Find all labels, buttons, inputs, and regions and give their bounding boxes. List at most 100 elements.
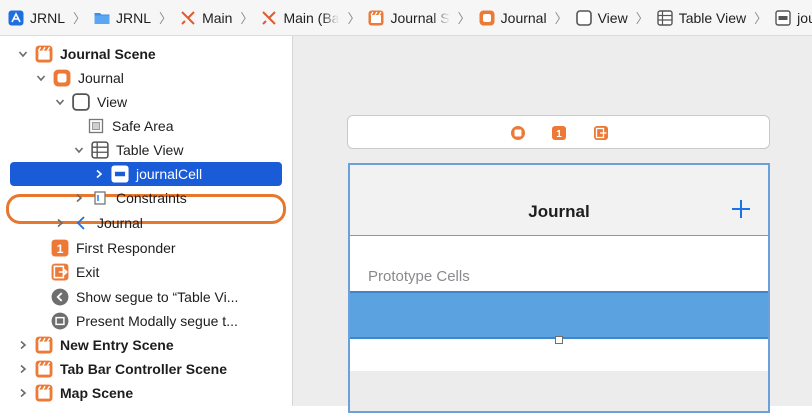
navigation-bar[interactable]: Journal [350,165,768,236]
chevron-down-icon[interactable] [53,95,67,109]
chevron-right-icon[interactable] [53,216,67,230]
breadcrumb-table-cell[interactable]: journalCell [775,10,812,26]
scene-icon [34,44,54,64]
first-responder-icon: 1 [50,238,70,258]
folder-icon [94,11,110,25]
outline-row-journal-cell[interactable]: journalCell [10,162,282,186]
breadcrumb-label: JRNL [116,9,152,26]
safe-area-icon [86,116,106,136]
outline-label: Constraints [116,190,187,206]
outline-label: Present Modally segue t... [76,313,238,329]
breadcrumb-label: Main [202,9,233,26]
outline-label: Map Scene [60,385,134,401]
constraints-icon [90,188,110,208]
breadcrumb-scene[interactable]: Journal S [368,9,450,26]
svg-text:1: 1 [57,242,64,256]
outline-row-map-scene[interactable]: Map Scene [0,381,308,405]
breadcrumb-project[interactable]: JRNL [8,10,65,26]
chevron-right-icon: 〉 [240,11,254,26]
chevron-right-icon[interactable] [72,191,86,205]
chevron-right-icon[interactable] [16,386,30,400]
chevron-down-icon[interactable] [34,71,48,85]
view-icon [575,9,592,26]
breadcrumb-view-controller[interactable]: Journal [479,10,547,26]
breadcrumb-storyboard[interactable]: Main [180,10,232,26]
view-controller-icon [479,10,495,26]
journal-view-controller[interactable]: Journal Prototype Cells [348,163,770,413]
view-controller-icon [52,68,72,88]
outline-label: Journal Scene [60,46,156,62]
scene-icon [34,335,54,355]
chevron-right-icon: 〉 [73,11,87,26]
chevron-down-icon[interactable] [16,47,30,61]
document-outline: Journal Scene Journal View Safe Area Tab… [0,36,293,406]
outline-label: Show segue to “Table Vi... [76,289,239,305]
xcode-project-icon [8,10,24,26]
breadcrumb-storyboard-base[interactable]: Main (Ba [261,10,339,26]
outline-label: First Responder [76,240,176,256]
resize-handle[interactable] [555,336,563,344]
breadcrumb-label: journalCell [797,9,812,26]
view-controller-icon[interactable] [510,125,526,141]
chevron-right-icon: 〉 [159,11,173,26]
chevron-right-icon[interactable] [92,167,106,181]
journal-cell-prototype[interactable] [350,291,768,339]
breadcrumb-label: JRNL [30,9,66,26]
chevron-right-icon: 〉 [754,11,768,26]
breadcrumb-label: Main (Ba [283,9,340,26]
breadcrumb-label: View [597,9,628,26]
breadcrumb-label: Journal [500,9,547,26]
outline-label: Tab Bar Controller Scene [60,361,228,377]
chevron-right-icon[interactable] [16,362,30,376]
back-chevron-icon [71,213,91,233]
outline-label: Exit [76,264,100,280]
table-background [350,371,768,411]
chevron-right-icon: 〉 [347,11,361,26]
exit-icon [50,262,70,282]
exit-icon[interactable] [593,125,609,141]
jump-bar: JRNL 〉 JRNL 〉 Main 〉 Main (Ba 〉 Journal … [0,0,812,36]
outline-label: journalCell [136,166,203,182]
scene-icon [34,383,54,403]
scene-dock: 1 [347,115,770,149]
chevron-right-icon: 〉 [457,11,471,26]
svg-text:1: 1 [556,129,562,140]
nav-title: Journal [528,202,590,221]
breadcrumb-view[interactable]: View [575,9,628,26]
table-empty-area [350,341,768,371]
storyboard-canvas[interactable]: 1 Journal Prototype Cells [293,36,812,413]
first-responder-icon[interactable]: 1 [551,125,567,141]
breadcrumb-table-view[interactable]: Table View [657,10,746,26]
outline-label: Table View [116,142,184,158]
outline-label: Safe Area [112,118,174,134]
chevron-right-icon: 〉 [554,11,568,26]
table-view-icon [90,140,110,160]
outline-row-present-modally-segue[interactable]: Present Modally segue t... [0,309,342,333]
breadcrumb-label: Table View [678,9,747,26]
outline-row-tab-bar-controller-scene[interactable]: Tab Bar Controller Scene [0,357,308,381]
outline-label: New Entry Scene [60,337,174,353]
table-cell-icon [775,9,791,26]
outline-label: Journal [97,215,143,231]
outline-row-exit[interactable]: Exit [0,260,342,284]
segue-show-icon [50,287,70,307]
outline-label: View [97,94,128,110]
outline-row-show-segue[interactable]: Show segue to “Table Vi... [0,285,342,309]
table-cell-icon [110,164,130,184]
outline-row-journal-view-controller[interactable]: Journal [0,66,326,90]
prototype-cells-label: Prototype Cells [368,268,470,285]
breadcrumb-label: Journal S [390,9,450,26]
plus-icon[interactable] [730,198,752,220]
chevron-right-icon: 〉 [635,11,649,26]
outline-row-first-responder[interactable]: 1 First Responder [0,236,342,260]
outline-label: Journal [78,70,124,86]
storyboard-icon [180,10,196,26]
breadcrumb-folder[interactable]: JRNL [94,10,151,26]
outline-row-new-entry-scene[interactable]: New Entry Scene [0,333,308,357]
outline-row-journal-scene[interactable]: Journal Scene [0,42,308,66]
view-icon [71,92,91,112]
storyboard-icon [261,10,277,26]
chevron-down-icon[interactable] [72,143,86,157]
chevron-right-icon[interactable] [16,338,30,352]
table-view-icon [657,9,673,26]
